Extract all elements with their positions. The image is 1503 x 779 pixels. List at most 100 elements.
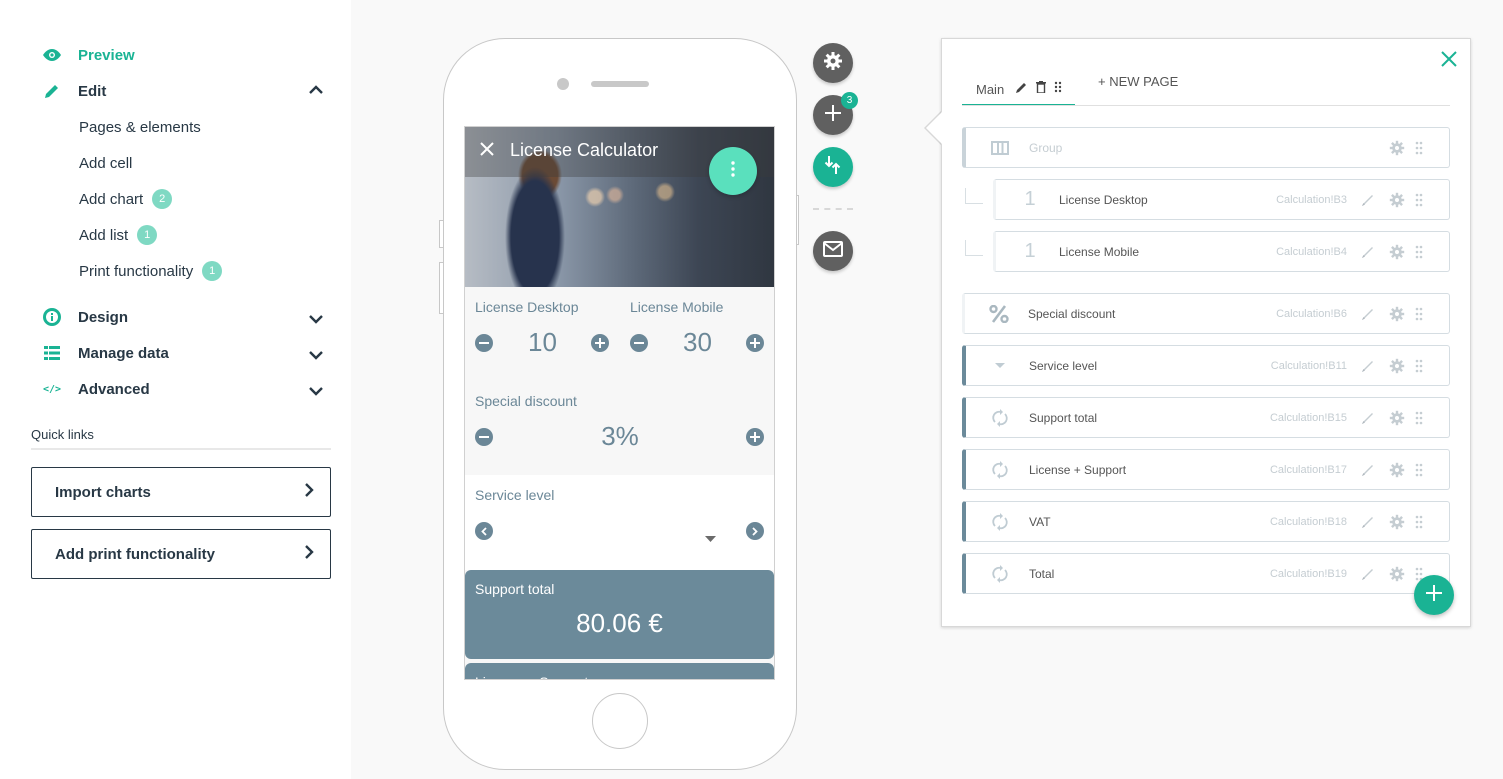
sidebar-item-pages-elements[interactable]: Pages & elements xyxy=(79,116,201,138)
brush-icon[interactable] xyxy=(1361,307,1375,321)
brush-icon[interactable] xyxy=(1361,193,1375,207)
nav-advanced[interactable]: </> Advanced xyxy=(42,377,150,401)
tab-main[interactable]: Main xyxy=(962,74,1075,106)
element-row[interactable]: 1 License Desktop Calculation!B3 xyxy=(993,179,1450,220)
gear-icon[interactable] xyxy=(1389,358,1405,374)
phone-speaker xyxy=(591,81,649,87)
sidebar-item-label: Add cell xyxy=(79,154,133,172)
cell-reference: Calculation!B4 xyxy=(1276,245,1347,258)
dropdown-caret-icon[interactable] xyxy=(705,529,716,547)
chevron-down-icon[interactable] xyxy=(308,311,324,327)
sidebar: Preview Edit Pages & elements Add cell A… xyxy=(0,0,351,779)
element-row[interactable]: Support total Calculation!B15 xyxy=(962,397,1450,438)
element-row[interactable]: License + Support Calculation!B17 xyxy=(962,449,1450,490)
new-page-button[interactable]: + NEW PAGE xyxy=(1098,74,1178,89)
brush-icon[interactable] xyxy=(1361,359,1375,373)
brush-icon[interactable] xyxy=(1361,245,1375,259)
gear-icon[interactable] xyxy=(1389,514,1405,530)
gear-icon[interactable] xyxy=(1389,462,1405,478)
refresh-icon xyxy=(990,460,1010,480)
support-total-label: Support total xyxy=(475,581,555,597)
license-support-label: License + Support xyxy=(475,674,588,679)
element-row[interactable]: Total Calculation!B19 xyxy=(962,553,1450,594)
license-mobile-value[interactable]: 30 xyxy=(665,327,730,358)
app-menu-button[interactable] xyxy=(709,147,757,195)
support-total-value: 80.06 € xyxy=(576,608,663,638)
nav-preview[interactable]: Preview xyxy=(42,43,135,67)
chevron-down-icon[interactable] xyxy=(308,383,324,399)
gear-icon[interactable] xyxy=(1389,306,1405,322)
brush-icon[interactable] xyxy=(1361,463,1375,477)
more-vertical-icon xyxy=(731,160,735,182)
chevron-up-icon[interactable] xyxy=(308,81,324,97)
close-icon[interactable] xyxy=(479,141,495,157)
drag-handle-icon[interactable] xyxy=(1415,515,1427,529)
chevron-right-icon xyxy=(305,483,314,501)
drag-handle-icon[interactable] xyxy=(1415,141,1427,155)
nav-edit-label: Edit xyxy=(78,82,107,100)
nav-design[interactable]: Design xyxy=(42,305,128,329)
drag-handle-icon[interactable] xyxy=(1415,245,1427,259)
drag-handle-icon[interactable] xyxy=(1054,80,1062,98)
cell-reference: Calculation!B11 xyxy=(1270,359,1347,372)
sidebar-item-add-list[interactable]: Add list 1 xyxy=(79,224,158,246)
brush-icon[interactable] xyxy=(1361,515,1375,529)
pencil-icon xyxy=(42,81,62,101)
sidebar-item-label: Add list xyxy=(79,226,129,244)
gear-icon[interactable] xyxy=(1389,140,1405,156)
close-panel-icon[interactable] xyxy=(1441,51,1457,67)
element-row[interactable]: Special discount Calculation!B6 xyxy=(962,293,1450,334)
drag-handle-icon[interactable] xyxy=(1415,463,1427,477)
sidebar-item-add-chart[interactable]: Add chart 2 xyxy=(79,188,173,210)
license-desktop-increment[interactable] xyxy=(591,334,609,352)
email-button[interactable] xyxy=(813,231,853,271)
gear-icon[interactable] xyxy=(1389,192,1405,208)
pencil-icon[interactable] xyxy=(1016,80,1028,98)
panel-pointer-inner xyxy=(926,111,943,145)
element-name: Special discount xyxy=(1028,306,1116,321)
element-row[interactable]: Group xyxy=(962,127,1450,168)
columns-icon xyxy=(990,138,1010,158)
service-level-previous[interactable] xyxy=(475,522,493,540)
gear-icon[interactable] xyxy=(1389,566,1405,582)
license-mobile-increment[interactable] xyxy=(746,334,764,352)
add-print-functionality-button[interactable]: Add print functionality xyxy=(31,529,331,579)
brush-icon[interactable] xyxy=(1361,567,1375,581)
import-charts-button[interactable]: Import charts xyxy=(31,467,331,517)
number-icon: 1 xyxy=(1024,188,1036,210)
settings-button[interactable] xyxy=(813,43,853,83)
info-icon xyxy=(42,307,62,327)
element-row[interactable]: 1 License Mobile Calculation!B4 xyxy=(993,231,1450,272)
element-row[interactable]: Service level Calculation!B11 xyxy=(962,345,1450,386)
nav-manage-data[interactable]: Manage data xyxy=(42,341,169,365)
tree-connector xyxy=(965,240,983,256)
license-desktop-decrement[interactable] xyxy=(475,334,493,352)
cell-reference: Calculation!B19 xyxy=(1269,567,1347,580)
sync-button[interactable] xyxy=(813,147,853,187)
trash-icon[interactable] xyxy=(1036,80,1047,98)
gear-icon[interactable] xyxy=(1389,244,1405,260)
add-element-fab[interactable] xyxy=(1414,575,1454,615)
brush-icon[interactable] xyxy=(1361,411,1375,425)
button-label: Import charts xyxy=(55,483,151,501)
element-name: Support total xyxy=(1029,410,1098,425)
special-discount-decrement[interactable] xyxy=(475,428,493,446)
license-mobile-decrement[interactable] xyxy=(630,334,648,352)
drag-handle-icon[interactable] xyxy=(1415,359,1427,373)
chevron-down-icon[interactable] xyxy=(308,347,324,363)
license-support-card: License + Support xyxy=(465,663,774,679)
nav-edit[interactable]: Edit xyxy=(42,79,106,103)
special-discount-value[interactable]: 3% xyxy=(565,421,675,452)
nav-manage-data-label: Manage data xyxy=(78,344,169,362)
drag-handle-icon[interactable] xyxy=(1415,307,1427,321)
gear-icon xyxy=(823,51,843,76)
sidebar-item-print-functionality[interactable]: Print functionality 1 xyxy=(79,260,223,282)
gear-icon[interactable] xyxy=(1389,410,1405,426)
license-desktop-value[interactable]: 10 xyxy=(510,327,575,358)
drag-handle-icon[interactable] xyxy=(1415,411,1427,425)
special-discount-increment[interactable] xyxy=(746,428,764,446)
service-level-next[interactable] xyxy=(746,522,764,540)
drag-handle-icon[interactable] xyxy=(1415,193,1427,207)
element-row[interactable]: VAT Calculation!B18 xyxy=(962,501,1450,542)
sidebar-item-add-cell[interactable]: Add cell xyxy=(79,152,132,174)
